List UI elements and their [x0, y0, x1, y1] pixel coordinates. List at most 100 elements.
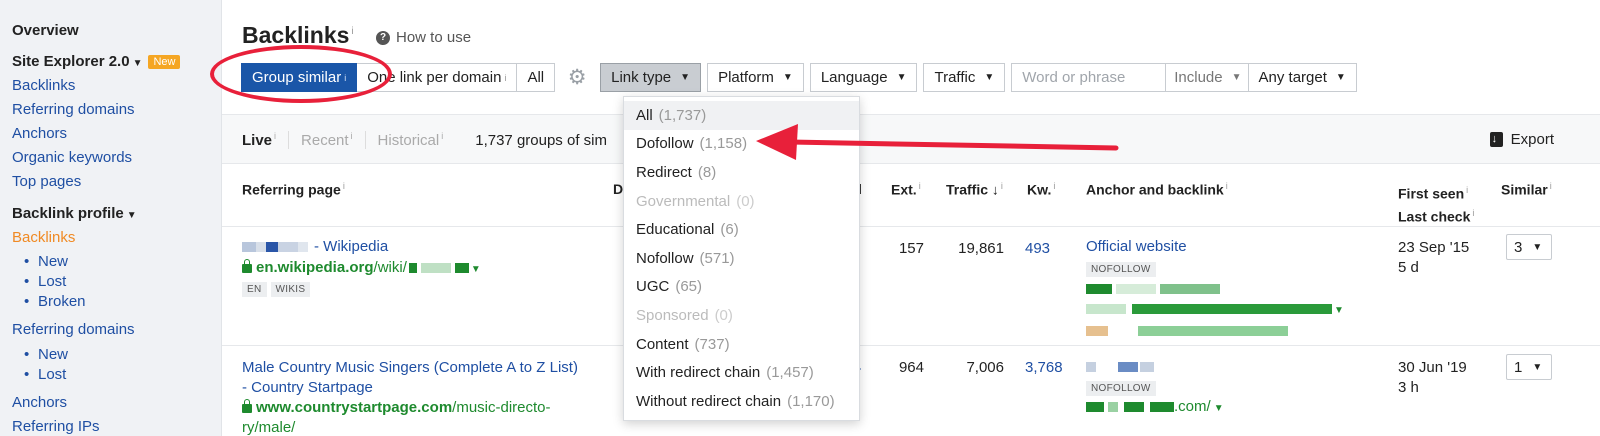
- how-to-use-link[interactable]: ? How to use: [376, 29, 471, 46]
- group-similar-label: Group similar: [252, 69, 342, 86]
- platform-dropdown[interactable]: Platform ▼: [707, 63, 804, 92]
- blurred-text: [1150, 402, 1174, 413]
- any-target-label: Any target: [1258, 69, 1327, 86]
- link-type-option-educational[interactable]: Educational (6): [624, 215, 859, 244]
- link-type-option-nofollow[interactable]: Nofollow (571): [624, 244, 859, 273]
- chevron-down-icon: ▼: [1334, 305, 1344, 316]
- link-type-option-dofollow[interactable]: Dofollow (1,158): [624, 130, 859, 159]
- row1-backlink-url[interactable]: ▼: [1086, 279, 1366, 341]
- row2-url[interactable]: www.countrystartpage.com/music-directo-r…: [242, 398, 551, 436]
- chevron-down-icon: ▼: [1213, 403, 1224, 414]
- one-link-per-domain-button[interactable]: One link per domain i: [357, 63, 518, 92]
- col-d[interactable]: D: [613, 181, 623, 197]
- row2-anchor-blurred[interactable]: [1086, 358, 1154, 375]
- sidebar-item-anchors[interactable]: Anchors: [12, 125, 67, 142]
- all-button[interactable]: All: [517, 63, 556, 92]
- col-referring-page[interactable]: Referring page i: [242, 181, 345, 198]
- link-type-option-without-redirect-chain[interactable]: Without redirect chain (1,170): [624, 387, 859, 416]
- blurred-text: [298, 242, 308, 253]
- col-first-seen[interactable]: First seen i Last check i: [1398, 181, 1474, 226]
- link-type-option-with-redirect-chain[interactable]: With redirect chain (1,457): [624, 358, 859, 387]
- nofollow-tag: NOFOLLOW: [1086, 381, 1156, 396]
- sidebar-subitem-lost-2[interactable]: • Lost: [24, 366, 66, 383]
- option-label: UGC: [636, 278, 670, 296]
- blurred-text: [278, 242, 298, 253]
- sidebar-item-anchors-2[interactable]: Anchors: [12, 394, 67, 411]
- chevron-down-icon[interactable]: ▼: [471, 264, 481, 275]
- search-input[interactable]: Word or phrase: [1011, 63, 1167, 92]
- sidebar-subitem-label: Broken: [38, 293, 86, 310]
- traffic-label: Traffic: [934, 69, 976, 86]
- sidebar-overview[interactable]: Overview: [12, 22, 79, 39]
- sidebar-item-referring-domains[interactable]: Referring domains: [12, 101, 135, 118]
- option-label: With redirect chain: [636, 364, 761, 382]
- col-kw[interactable]: Kw. i: [1027, 181, 1055, 198]
- link-type-menu: All (1,737) Dofollow (1,158) Redirect (8) Gove…: [623, 96, 860, 421]
- info-icon: i: [441, 131, 444, 141]
- include-dropdown[interactable]: Include ▼: [1166, 63, 1249, 92]
- tab-historical[interactable]: Historical i: [378, 131, 456, 149]
- row2-url-path: /music-directo-: [452, 399, 551, 416]
- option-label: All: [636, 106, 653, 124]
- sidebar-subitem-new-2[interactable]: • New: [24, 346, 68, 363]
- sidebar-item-backlinks-active[interactable]: Backlinks: [12, 229, 75, 246]
- col-anchor[interactable]: Anchor and backlink i: [1086, 181, 1228, 198]
- sidebar: Overview Site Explorer 2.0 ▼ New Backlinks…: [0, 0, 222, 436]
- tab-live[interactable]: Live i: [242, 131, 290, 149]
- link-type-option-redirect[interactable]: Redirect (8): [624, 158, 859, 187]
- any-target-dropdown[interactable]: Any target ▼: [1248, 63, 1357, 92]
- row2-similar-select[interactable]: 1 ▼: [1506, 354, 1552, 380]
- sidebar-subitem-broken[interactable]: • Broken: [24, 293, 86, 310]
- bullet-icon: •: [24, 366, 30, 383]
- link-type-option-content[interactable]: Content (737): [624, 330, 859, 359]
- row2-backlink-url[interactable]: .com/▼: [1086, 398, 1224, 415]
- sidebar-item-backlinks[interactable]: Backlinks: [12, 77, 75, 94]
- info-icon: i: [344, 72, 347, 83]
- language-label: Language: [820, 69, 888, 86]
- row1-kw[interactable]: 493: [1025, 240, 1050, 257]
- filter-toolbar: Group similar i One link per domain i All …: [241, 63, 1357, 92]
- row2-referring-title[interactable]: Male Country Music Singers (Complete A t…: [242, 358, 578, 398]
- row2-kw[interactable]: 3,768: [1025, 359, 1063, 376]
- link-type-dropdown[interactable]: Link type ▼: [600, 63, 702, 92]
- tab-recent[interactable]: Recent i: [301, 131, 366, 149]
- group-similar-button[interactable]: Group similar i: [241, 63, 358, 92]
- col-ext[interactable]: Ext. i: [891, 181, 921, 198]
- option-count: (1,158): [699, 135, 748, 153]
- row1-url[interactable]: en.wikipedia.org/wiki/ ▼: [242, 259, 481, 276]
- sidebar-subitem-lost[interactable]: • Lost: [24, 273, 66, 290]
- results-count: 1,737 groups of sim: [475, 131, 607, 149]
- blurred-text: [1086, 284, 1112, 295]
- tab-label: Recent: [301, 132, 349, 149]
- bullet-icon: •: [24, 293, 30, 310]
- sidebar-item-organic-keywords[interactable]: Organic keywords: [12, 149, 132, 166]
- blurred-text: [408, 263, 417, 274]
- sidebar-item-top-pages[interactable]: Top pages: [12, 173, 81, 190]
- sidebar-item-referring-domains-2[interactable]: Referring domains: [12, 321, 135, 338]
- language-dropdown[interactable]: Language ▼: [809, 63, 918, 92]
- chevron-down-icon: ▼: [984, 72, 995, 83]
- sidebar-site-explorer[interactable]: Site Explorer 2.0 ▼ New: [12, 53, 181, 70]
- link-type-option-all[interactable]: All (1,737): [624, 101, 859, 130]
- chevron-down-icon: ▼: [680, 72, 691, 83]
- link-type-option-ugc[interactable]: UGC (65): [624, 273, 859, 302]
- export-button[interactable]: Export: [1489, 131, 1554, 148]
- gear-icon[interactable]: ⚙: [566, 66, 588, 89]
- lock-icon: [242, 259, 252, 273]
- sidebar-subitem-new[interactable]: • New: [24, 253, 68, 270]
- blurred-text: [242, 242, 256, 253]
- option-label: Content: [636, 335, 689, 353]
- row1-similar-select[interactable]: 3 ▼: [1506, 234, 1552, 260]
- row1-anchor[interactable]: Official website: [1086, 238, 1187, 255]
- blurred-text: [1086, 304, 1126, 315]
- col-traffic[interactable]: Traffic ↓ i: [946, 181, 1003, 198]
- col-similar[interactable]: Similar i: [1501, 181, 1552, 198]
- row2-first-seen: 30 Jun '19: [1398, 359, 1467, 376]
- traffic-dropdown[interactable]: Traffic ▼: [923, 63, 1006, 92]
- sidebar-subitem-label: Lost: [38, 366, 67, 383]
- backlink-profile-label: Backlink profile: [12, 205, 124, 222]
- sidebar-item-referring-ips[interactable]: Referring IPs: [12, 418, 100, 435]
- info-icon[interactable]: i: [351, 26, 353, 37]
- sidebar-backlink-profile[interactable]: Backlink profile ▼: [12, 205, 137, 222]
- row1-referring-title[interactable]: - Wikipedia: [242, 238, 388, 255]
